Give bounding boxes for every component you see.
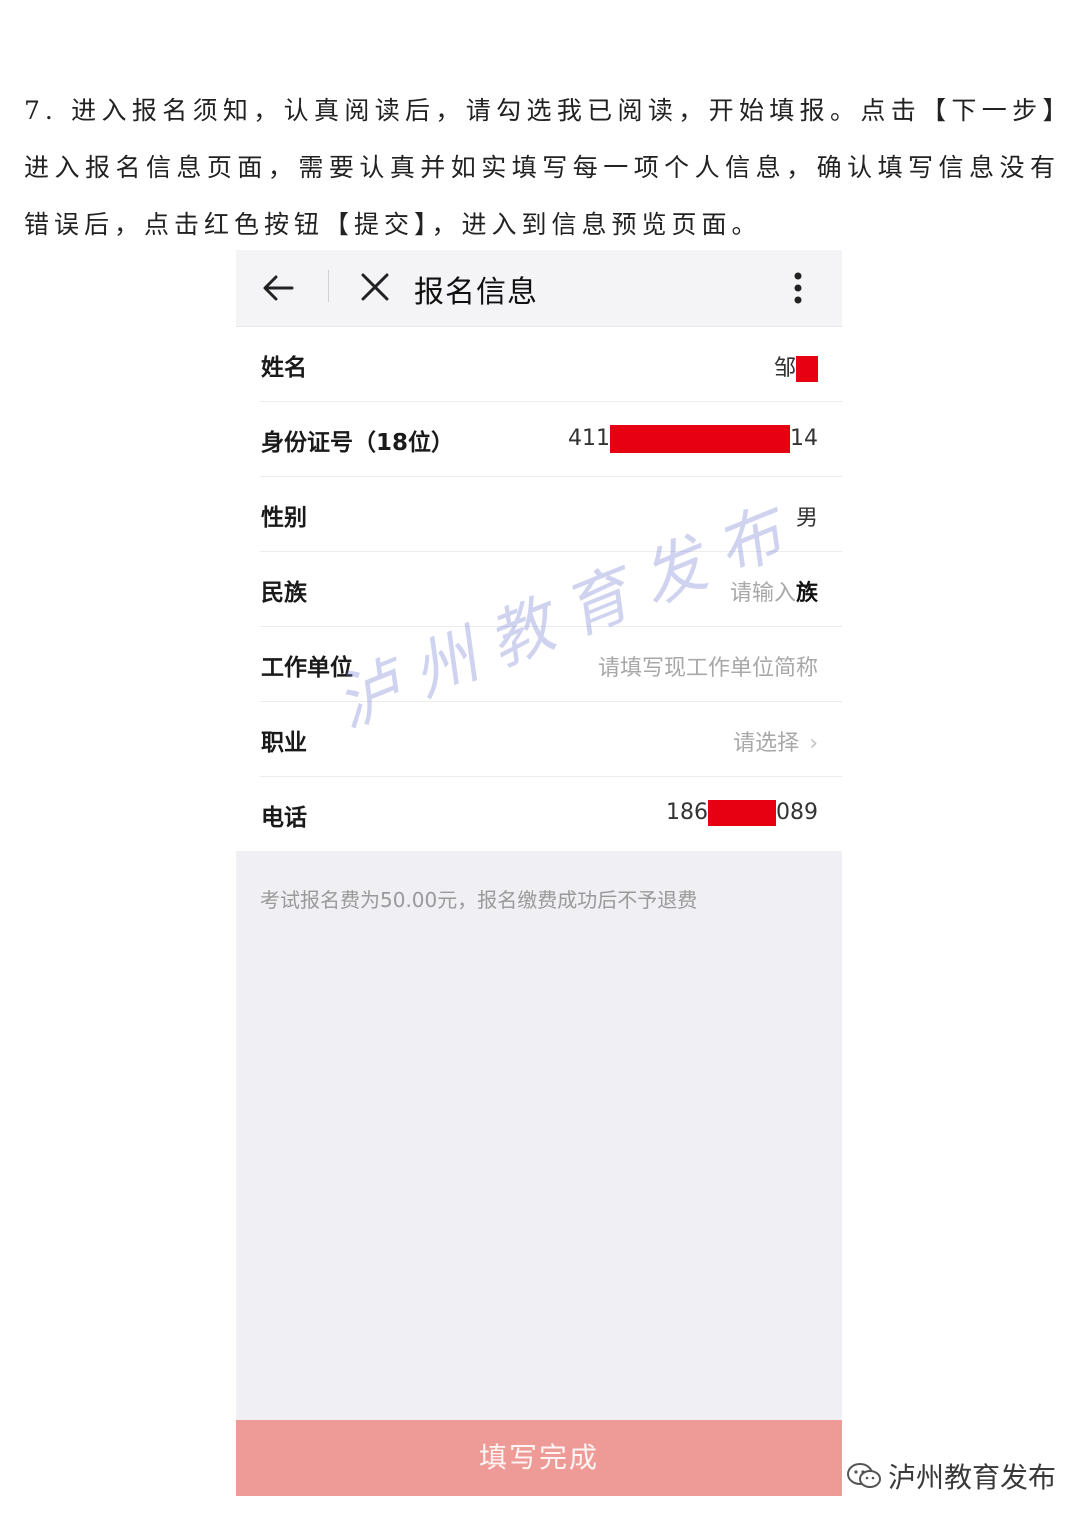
- brand-text: 泸州教育发布: [888, 1461, 1057, 1494]
- id-number-suffix: 14: [790, 426, 818, 451]
- name-value[interactable]: 邹: [774, 350, 818, 382]
- chevron-right-icon: ›: [809, 731, 818, 756]
- phone-prefix: 186: [666, 800, 708, 825]
- id-number-value[interactable]: 411 14: [568, 425, 818, 453]
- ethnicity-label: 民族: [261, 580, 307, 606]
- name-redaction: [796, 356, 818, 382]
- name-label: 姓名: [261, 355, 307, 381]
- page-title: 报名信息: [414, 275, 538, 310]
- phone-redaction: [708, 800, 776, 826]
- arrow-left-icon[interactable]: [258, 268, 298, 308]
- phone-suffix: 089: [776, 800, 818, 825]
- top-bar: 报名信息: [236, 250, 842, 327]
- workplace-input[interactable]: 请填写现工作单位简称: [598, 650, 818, 682]
- submit-button[interactable]: 填写完成: [236, 1420, 842, 1496]
- id-number-redaction: [610, 425, 790, 453]
- fee-notice: 考试报名费为50.00元，报名缴费成功后不予退费: [260, 888, 698, 912]
- id-number-label: 身份证号（18位）: [261, 430, 455, 456]
- phone-screenshot: 报名信息 姓名 邹 身份证号（18位） 41114 性别 男 民族 请输入族: [236, 250, 842, 1496]
- brand-badge: 泸州教育发布: [846, 1456, 1056, 1496]
- gender-label: 性别: [261, 505, 307, 531]
- topbar-divider: [328, 270, 329, 302]
- ethnicity-value: 族: [795, 581, 818, 606]
- id-number-row[interactable]: 身份证号（18位） 411 14: [260, 402, 842, 477]
- gender-value[interactable]: 男: [796, 500, 818, 532]
- close-icon[interactable]: [358, 270, 392, 304]
- phone-label: 电话: [261, 805, 307, 831]
- occupation-label: 职业: [261, 730, 307, 756]
- occupation-placeholder: 请选择: [733, 731, 800, 756]
- occupation-select[interactable]: 请选择 ›: [733, 725, 818, 757]
- phone-value[interactable]: 186 089: [666, 800, 818, 826]
- name-value-prefix: 邹: [773, 356, 796, 381]
- wechat-icon: [847, 1463, 881, 1488]
- more-vertical-icon[interactable]: [788, 268, 808, 308]
- phone-row[interactable]: 电话 186 089: [260, 777, 842, 851]
- instruction-text: 7. 进入报名须知，认真阅读后，请勾选我已阅读，开始填报。点击【下一步】进入报名…: [24, 96, 1060, 239]
- name-row[interactable]: 姓名 邹: [260, 327, 842, 402]
- id-number-prefix: 411: [568, 426, 610, 451]
